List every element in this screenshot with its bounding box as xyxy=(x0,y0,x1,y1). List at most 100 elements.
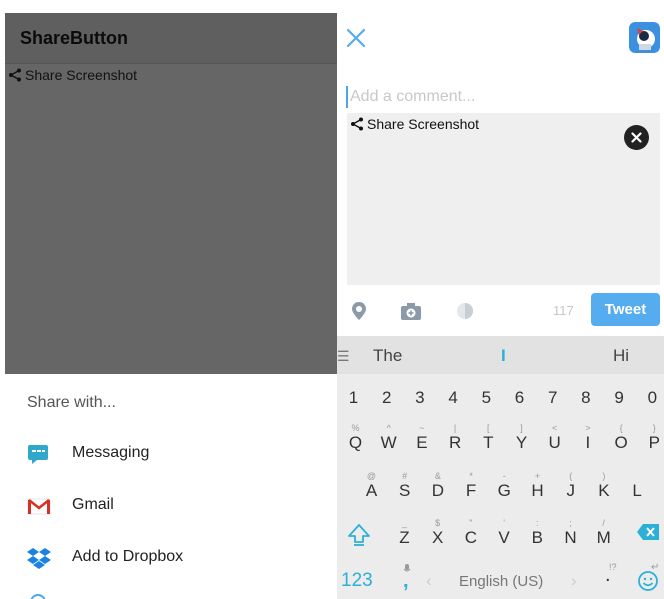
app-toolbar: ShareButton xyxy=(5,13,337,64)
key-o[interactable]: {O xyxy=(605,423,638,453)
period-key[interactable]: . xyxy=(605,564,611,587)
key-hint: { xyxy=(619,423,623,433)
share-item-label: Add to Dropbox xyxy=(72,548,184,565)
key-hint: [ xyxy=(487,423,490,433)
messaging-icon xyxy=(28,445,48,464)
key-r[interactable]: | R xyxy=(439,423,472,453)
key-c[interactable]: " C xyxy=(454,518,487,548)
key-7[interactable]: 7 xyxy=(536,388,569,408)
key-hint: _ xyxy=(401,518,407,528)
key-label: 8 xyxy=(581,388,591,407)
key-label: W xyxy=(380,433,397,452)
attachment-preview: Share Screenshot xyxy=(347,113,660,285)
right-panel: Share Screenshot 117 Tweet xyxy=(337,0,664,599)
key-h[interactable]: + H xyxy=(521,471,554,501)
key-4[interactable]: 4 xyxy=(437,388,470,408)
location-icon[interactable] xyxy=(348,300,370,322)
key-j[interactable]: (J xyxy=(554,471,587,501)
key-1[interactable]: 1 xyxy=(337,388,370,408)
key-label: Q xyxy=(348,433,363,452)
key-hint: : xyxy=(536,518,539,528)
key-5[interactable]: 5 xyxy=(470,388,503,408)
key-hint: > xyxy=(585,423,591,433)
key-label: S xyxy=(399,481,411,500)
emoji-icon[interactable] xyxy=(637,570,659,592)
key-hint: ; xyxy=(569,518,572,528)
camera-icon[interactable] xyxy=(400,300,422,322)
share-item-dropbox[interactable]: Add to Dropbox xyxy=(0,533,337,583)
key-z[interactable]: _ Z xyxy=(388,518,421,548)
suggestion-right[interactable]: Hi xyxy=(613,346,629,366)
key-k[interactable]: ) K xyxy=(587,471,620,501)
app-background: ShareButton Share Screenshot xyxy=(5,13,337,374)
share-screenshot-link[interactable]: Share Screenshot xyxy=(8,66,137,84)
key-label: Z xyxy=(399,528,410,547)
key-label: C xyxy=(464,528,478,547)
key-label: F xyxy=(465,481,477,500)
share-item-gmail[interactable]: Gmail xyxy=(0,481,337,531)
key-u[interactable]: < U xyxy=(538,423,571,453)
key-label: 7 xyxy=(547,388,558,407)
key-0[interactable]: 0 xyxy=(636,388,664,408)
key-hint: } xyxy=(652,423,656,433)
key-a[interactable]: @ A xyxy=(355,471,388,501)
key-hint: # xyxy=(402,471,408,481)
key-8[interactable]: 8 xyxy=(569,388,602,408)
key-f[interactable]: * F xyxy=(455,471,488,501)
comma-key[interactable]: , xyxy=(403,570,409,593)
key-hint: % xyxy=(351,423,360,433)
key-3[interactable]: 3 xyxy=(403,388,436,408)
key-m[interactable]: / M xyxy=(587,518,620,548)
key-hint: ) xyxy=(602,471,606,481)
key-s[interactable]: # S xyxy=(388,471,421,501)
share-screenshot-label: Share Screenshot xyxy=(25,67,138,83)
key-t[interactable]: [T xyxy=(472,423,505,453)
key-d[interactable]: & D xyxy=(421,471,454,501)
spacebar[interactable]: English (US) xyxy=(459,573,543,590)
key-q[interactable]: % Q xyxy=(339,423,372,453)
avatar[interactable] xyxy=(629,22,660,53)
key-hint: * xyxy=(469,471,473,481)
key-g[interactable]: -G xyxy=(488,471,521,501)
suggestion-left[interactable]: The xyxy=(373,346,402,366)
suggestion-middle[interactable]: I xyxy=(501,346,506,366)
key-hint: ~ xyxy=(419,423,425,433)
filter-icon[interactable] xyxy=(454,300,476,322)
dropbox-icon xyxy=(27,548,51,569)
key-label: P xyxy=(648,433,660,452)
share-item-messaging[interactable]: Messaging xyxy=(0,429,337,479)
shift-key[interactable] xyxy=(347,522,371,546)
key-label: R xyxy=(448,433,462,452)
tweet-button[interactable]: Tweet xyxy=(591,293,660,326)
remove-attachment-button[interactable] xyxy=(624,125,649,150)
key-w[interactable]: ^ W xyxy=(372,423,405,453)
close-icon[interactable] xyxy=(345,27,367,49)
share-item-label: Messaging xyxy=(72,444,150,461)
key-hint: $ xyxy=(435,518,441,528)
key-l[interactable]: L xyxy=(621,481,654,501)
share-sheet-title: Share with... xyxy=(27,394,116,411)
key-v[interactable]: ' V xyxy=(488,518,521,548)
key-e[interactable]: ~ E xyxy=(405,423,438,453)
key-label: 6 xyxy=(514,388,525,407)
key-label: 2 xyxy=(381,388,392,407)
key-y[interactable]: ] Y xyxy=(505,423,538,453)
comment-input[interactable] xyxy=(346,86,646,108)
menu-icon[interactable]: ☰ xyxy=(337,348,350,365)
key-label: U xyxy=(548,433,561,452)
key-label: D xyxy=(431,481,445,500)
key-2[interactable]: 2 xyxy=(370,388,403,408)
key-label: K xyxy=(598,481,610,500)
key-i[interactable]: > I xyxy=(571,423,604,453)
backspace-key[interactable] xyxy=(636,522,660,542)
key-hint: - xyxy=(502,471,506,481)
key-label: 9 xyxy=(614,388,624,407)
key-x[interactable]: $ X xyxy=(421,518,454,548)
key-label: T xyxy=(483,433,494,452)
key-p[interactable]: } P xyxy=(638,423,664,453)
key-b[interactable]: :B xyxy=(521,518,554,548)
symbols-key[interactable]: 123 xyxy=(341,570,373,592)
key-n[interactable]: ; N xyxy=(554,518,587,548)
key-6[interactable]: 6 xyxy=(503,388,536,408)
key-9[interactable]: 9 xyxy=(603,388,636,408)
